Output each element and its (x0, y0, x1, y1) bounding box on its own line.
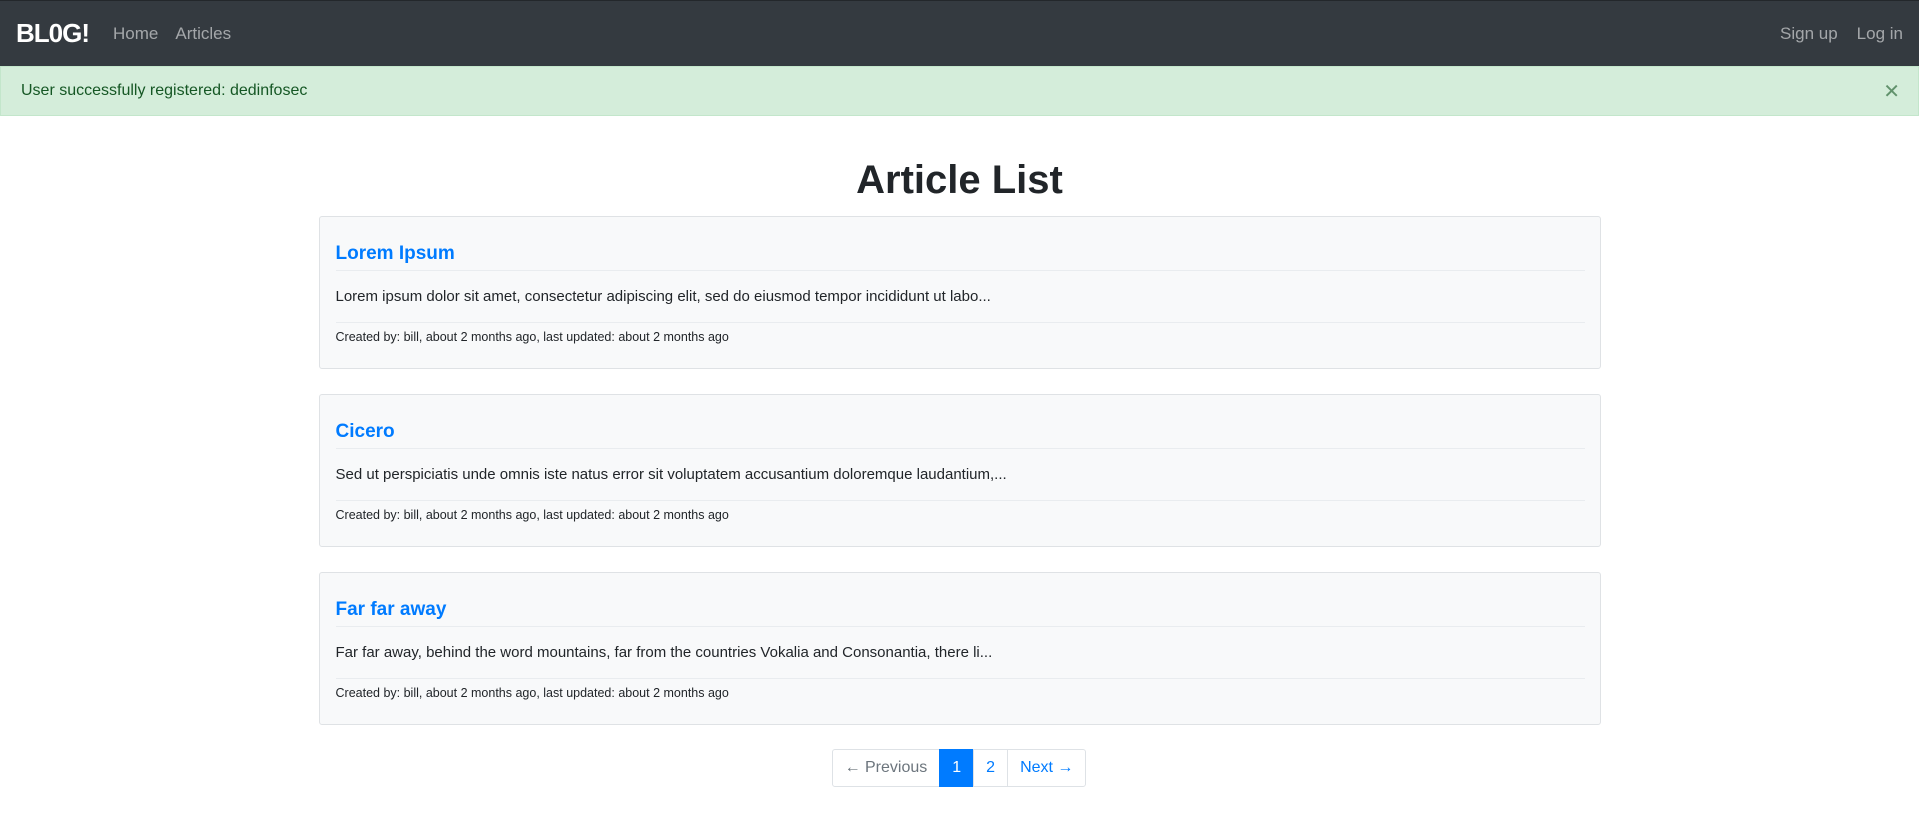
nav-left-links: Home Articles (113, 24, 248, 44)
article-meta: Created by: bill, about 2 months ago, la… (335, 508, 729, 522)
article-title-link[interactable]: Lorem Ipsum (335, 243, 1585, 271)
article-title-link[interactable]: Far far away (335, 599, 1585, 627)
brand-logo[interactable]: BL0G! (16, 18, 90, 49)
article-title-link[interactable]: Cicero (335, 421, 1585, 449)
pagination-previous[interactable]: ← Previous (831, 749, 941, 787)
pagination-next[interactable]: Next → (1007, 749, 1087, 787)
article-card: Far far away Far far away, behind the wo… (318, 572, 1601, 725)
pagination-page-1[interactable]: 1 (939, 749, 975, 787)
article-excerpt: Lorem ipsum dolor sit amet, consectetur … (335, 288, 1585, 323)
article-excerpt: Far far away, behind the word mountains,… (335, 644, 1585, 679)
article-excerpt: Sed ut perspiciatis unde omnis iste natu… (335, 466, 1585, 501)
pagination-page-2[interactable]: 2 (973, 749, 1009, 787)
article-meta: Created by: bill, about 2 months ago, la… (335, 330, 729, 344)
success-alert: User successfully registered: dedinfosec… (0, 66, 1919, 116)
nav-right-links: Sign up Log in (1761, 24, 1903, 44)
alert-message: User successfully registered: dedinfosec (21, 82, 308, 99)
nav-link-sign-up[interactable]: Sign up (1780, 24, 1838, 44)
close-icon[interactable]: ✕ (1883, 81, 1900, 101)
pagination: ← Previous 1 2 Next → (319, 749, 1601, 787)
article-card: Lorem Ipsum Lorem ipsum dolor sit amet, … (318, 216, 1601, 369)
nav-link-home[interactable]: Home (113, 24, 158, 44)
article-meta: Created by: bill, about 2 months ago, la… (335, 686, 729, 700)
nav-link-articles[interactable]: Articles (175, 24, 231, 44)
top-navbar: BL0G! Home Articles Sign up Log in (0, 0, 1919, 66)
page-title: Article List (856, 158, 1063, 202)
article-card: Cicero Sed ut perspiciatis unde omnis is… (318, 394, 1601, 547)
main-content: Article List Lorem Ipsum Lorem ipsum dol… (318, 158, 1601, 787)
nav-link-log-in[interactable]: Log in (1857, 24, 1903, 44)
